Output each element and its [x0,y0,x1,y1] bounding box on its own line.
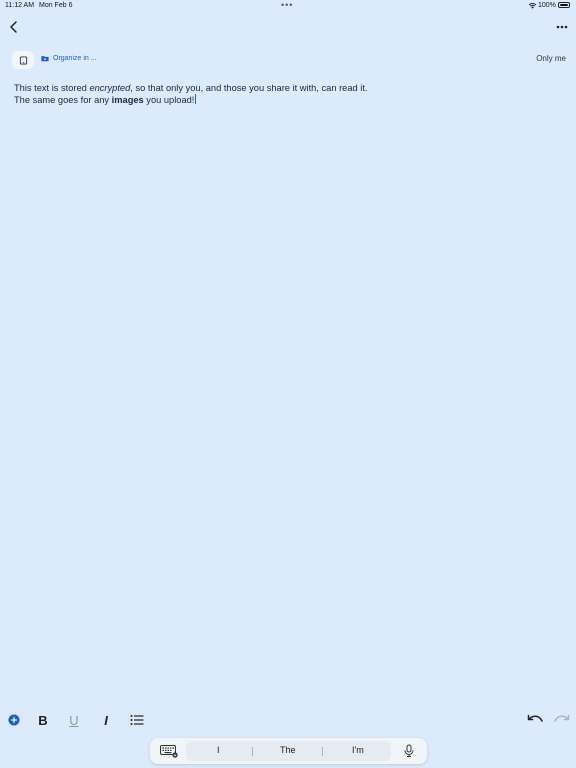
microphone-icon[interactable] [403,744,415,758]
paragraph-line: This text is stored encrypted, so that o… [14,83,554,94]
suggestion-3[interactable]: I'm [352,745,364,755]
bold-text: images [111,94,144,105]
status-time: 11:12 AM [5,2,35,9]
add-button[interactable] [4,710,24,730]
suggestion-2[interactable]: The [280,745,296,755]
add-circle-icon [8,714,20,726]
text-run: This text is stored [14,83,90,93]
organize-label: Organize in ... [53,55,97,62]
organize-in-button[interactable]: Organize in ... [41,55,97,62]
keyboard-shortcut-bar: I The I'm [150,738,427,764]
chevron-left-icon[interactable] [6,19,22,35]
share-status[interactable]: Only me [536,54,566,63]
italic-button[interactable]: I [96,710,116,730]
suggestion-strip: I The I'm [186,741,391,761]
format-toolbar: B U I [0,710,576,732]
undo-button[interactable] [525,710,545,730]
list-icon [130,715,144,725]
folder-icon [41,56,49,62]
text-run: The same goes for any [14,94,112,105]
text-run: , so that only you, and those you share … [130,83,368,93]
suggestion-divider [322,747,323,756]
italic-text: encrypted [89,83,131,93]
status-bar: 11:12 AM Mon Feb 6 ••• 100% [0,0,576,14]
undo-icon [527,714,543,722]
multitasking-dots-icon[interactable]: ••• [281,0,293,10]
device-button[interactable] [12,51,34,69]
list-button[interactable] [127,710,147,730]
suggestion-divider [252,747,253,756]
status-date: Mon Feb 6 [39,2,73,9]
battery-percent: 100% [538,2,556,9]
suggestion-1[interactable]: I [217,745,220,755]
keyboard-icon[interactable] [160,744,178,758]
tablet-icon [19,55,27,65]
text-run: you upload! [143,94,195,105]
text-cursor [195,93,197,104]
document-editor[interactable]: This text is stored encrypted, so that o… [14,83,554,105]
wifi-icon [528,3,537,9]
redo-icon [554,714,570,722]
battery-icon [558,2,570,8]
paragraph-line: The same goes for any images you upload! [14,93,554,106]
ellipsis-icon[interactable] [554,19,570,35]
bold-button[interactable]: B [33,710,53,730]
underline-button[interactable]: U [64,710,84,730]
redo-button[interactable] [552,710,572,730]
